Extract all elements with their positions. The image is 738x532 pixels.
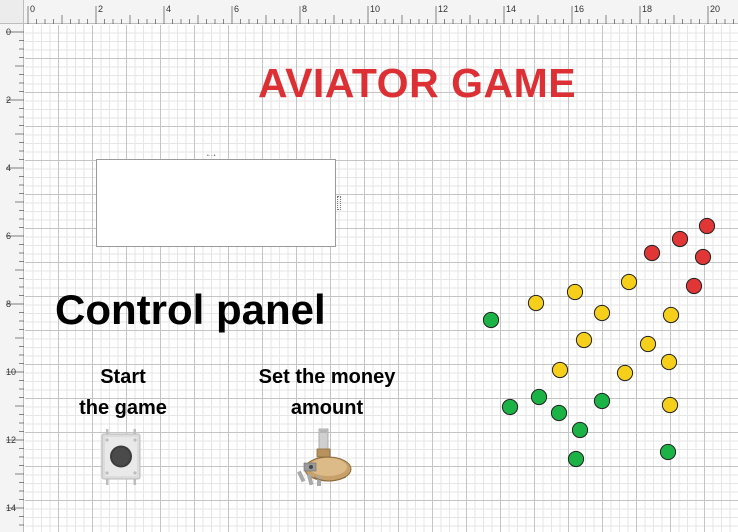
led-field [482, 217, 716, 468]
led-red[interactable] [671, 230, 689, 248]
led-yellow[interactable] [566, 283, 584, 301]
led-green[interactable] [571, 421, 589, 439]
led-green[interactable] [501, 398, 519, 416]
led-yellow[interactable] [620, 273, 638, 291]
led-yellow[interactable] [593, 304, 611, 322]
led-yellow[interactable] [616, 364, 634, 382]
led-green[interactable] [593, 392, 611, 410]
led-red[interactable] [694, 248, 712, 266]
led-yellow[interactable] [551, 361, 569, 379]
led-red[interactable] [685, 277, 703, 295]
led-green[interactable] [482, 311, 500, 329]
led-yellow[interactable] [639, 335, 657, 353]
led-green[interactable] [550, 404, 568, 422]
led-green[interactable] [530, 388, 548, 406]
led-yellow[interactable] [575, 331, 593, 349]
led-red[interactable] [643, 244, 661, 262]
led-green[interactable] [659, 443, 677, 461]
led-yellow[interactable] [661, 396, 679, 414]
led-yellow[interactable] [527, 294, 545, 312]
led-yellow[interactable] [660, 353, 678, 371]
led-red[interactable] [698, 217, 716, 235]
led-green[interactable] [567, 450, 585, 468]
led-yellow[interactable] [662, 306, 680, 324]
